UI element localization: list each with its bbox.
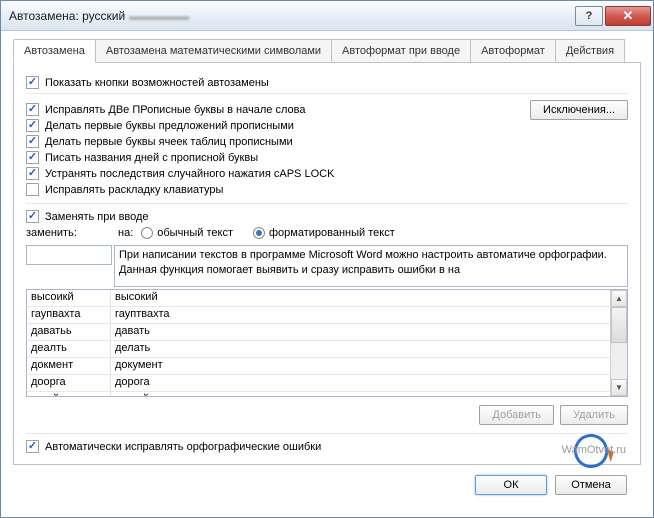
two-initials-checkbox[interactable] (26, 103, 39, 116)
help-button[interactable]: ? (575, 6, 603, 26)
keyboard-layout-checkbox[interactable] (26, 183, 39, 196)
day-caps-checkbox[interactable] (26, 151, 39, 164)
tab-strip: Автозамена Автозамена математическими си… (13, 39, 641, 63)
add-button[interactable]: Добавить (479, 405, 554, 425)
replace-input[interactable] (26, 245, 112, 265)
replace-label: заменить: (26, 227, 110, 239)
with-preview: При написании текстов в программе Micros… (114, 245, 628, 287)
keyboard-layout-label: Исправлять раскладку клавиатуры (45, 184, 223, 196)
capslock-checkbox[interactable] (26, 167, 39, 180)
list-item: даватььдавать (27, 324, 610, 341)
list-item: высоикйвысокий (27, 290, 610, 307)
scroll-up-icon[interactable]: ▲ (611, 290, 627, 307)
titlebar[interactable]: Автозамена: русский▬▬▬▬▬ ? ✕ (1, 1, 653, 31)
formatted-text-radio[interactable]: форматированный текст (253, 227, 395, 239)
table-cell-caps-label: Делать первые буквы ячеек таблиц прописн… (45, 136, 293, 148)
cancel-button[interactable]: Отмена (555, 475, 627, 495)
tab-math-autocorrect[interactable]: Автозамена математическими символами (95, 39, 332, 62)
scroll-thumb[interactable] (611, 307, 627, 343)
list-item: другйодругой (27, 392, 610, 396)
scroll-down-icon[interactable]: ▼ (611, 379, 627, 396)
two-initials-label: Исправлять ДВе ПРописные буквы в начале … (45, 104, 305, 116)
list-item: дооргадорога (27, 375, 610, 392)
auto-correct-spelling-checkbox[interactable] (26, 440, 39, 453)
tab-autocorrect[interactable]: Автозамена (13, 39, 96, 63)
plain-text-radio[interactable]: обычный текст (141, 227, 233, 239)
table-cell-caps-checkbox[interactable] (26, 135, 39, 148)
list-item: гаупвахтагауптвахта (27, 307, 610, 324)
capslock-label: Устранять последствия случайного нажатия… (45, 168, 334, 180)
tab-autoformat[interactable]: Автоформат (470, 39, 556, 62)
sentence-caps-label: Делать первые буквы предложений прописны… (45, 120, 294, 132)
ok-button[interactable]: ОК (475, 475, 547, 495)
show-buttons-label: Показать кнопки возможностей автозамены (45, 77, 269, 89)
day-caps-label: Писать названия дней с прописной буквы (45, 152, 258, 164)
close-button[interactable]: ✕ (605, 6, 651, 26)
list-scrollbar[interactable]: ▲ ▼ (610, 290, 627, 396)
list-item: докментдокумент (27, 358, 610, 375)
auto-correct-spelling-label: Автоматически исправлять орфографические… (45, 441, 321, 453)
replace-on-type-checkbox[interactable] (26, 210, 39, 223)
show-buttons-checkbox[interactable] (26, 76, 39, 89)
list-item: деалтьделать (27, 341, 610, 358)
dialog-title: Автозамена: русский▬▬▬▬▬ (9, 9, 573, 23)
tab-panel: Показать кнопки возможностей автозамены … (13, 63, 641, 465)
dialog-window: Автозамена: русский▬▬▬▬▬ ? ✕ Автозамена … (0, 0, 654, 518)
delete-button[interactable]: Удалить (560, 405, 628, 425)
exceptions-button[interactable]: Исключения... (530, 100, 628, 120)
with-label: на: (118, 227, 133, 239)
tab-autoformat-typing[interactable]: Автоформат при вводе (331, 39, 471, 62)
autocorrect-list[interactable]: высоикйвысокий гаупвахтагауптвахта дават… (26, 289, 628, 397)
replace-on-type-label: Заменять при вводе (45, 211, 149, 223)
sentence-caps-checkbox[interactable] (26, 119, 39, 132)
tab-actions[interactable]: Действия (555, 39, 625, 62)
